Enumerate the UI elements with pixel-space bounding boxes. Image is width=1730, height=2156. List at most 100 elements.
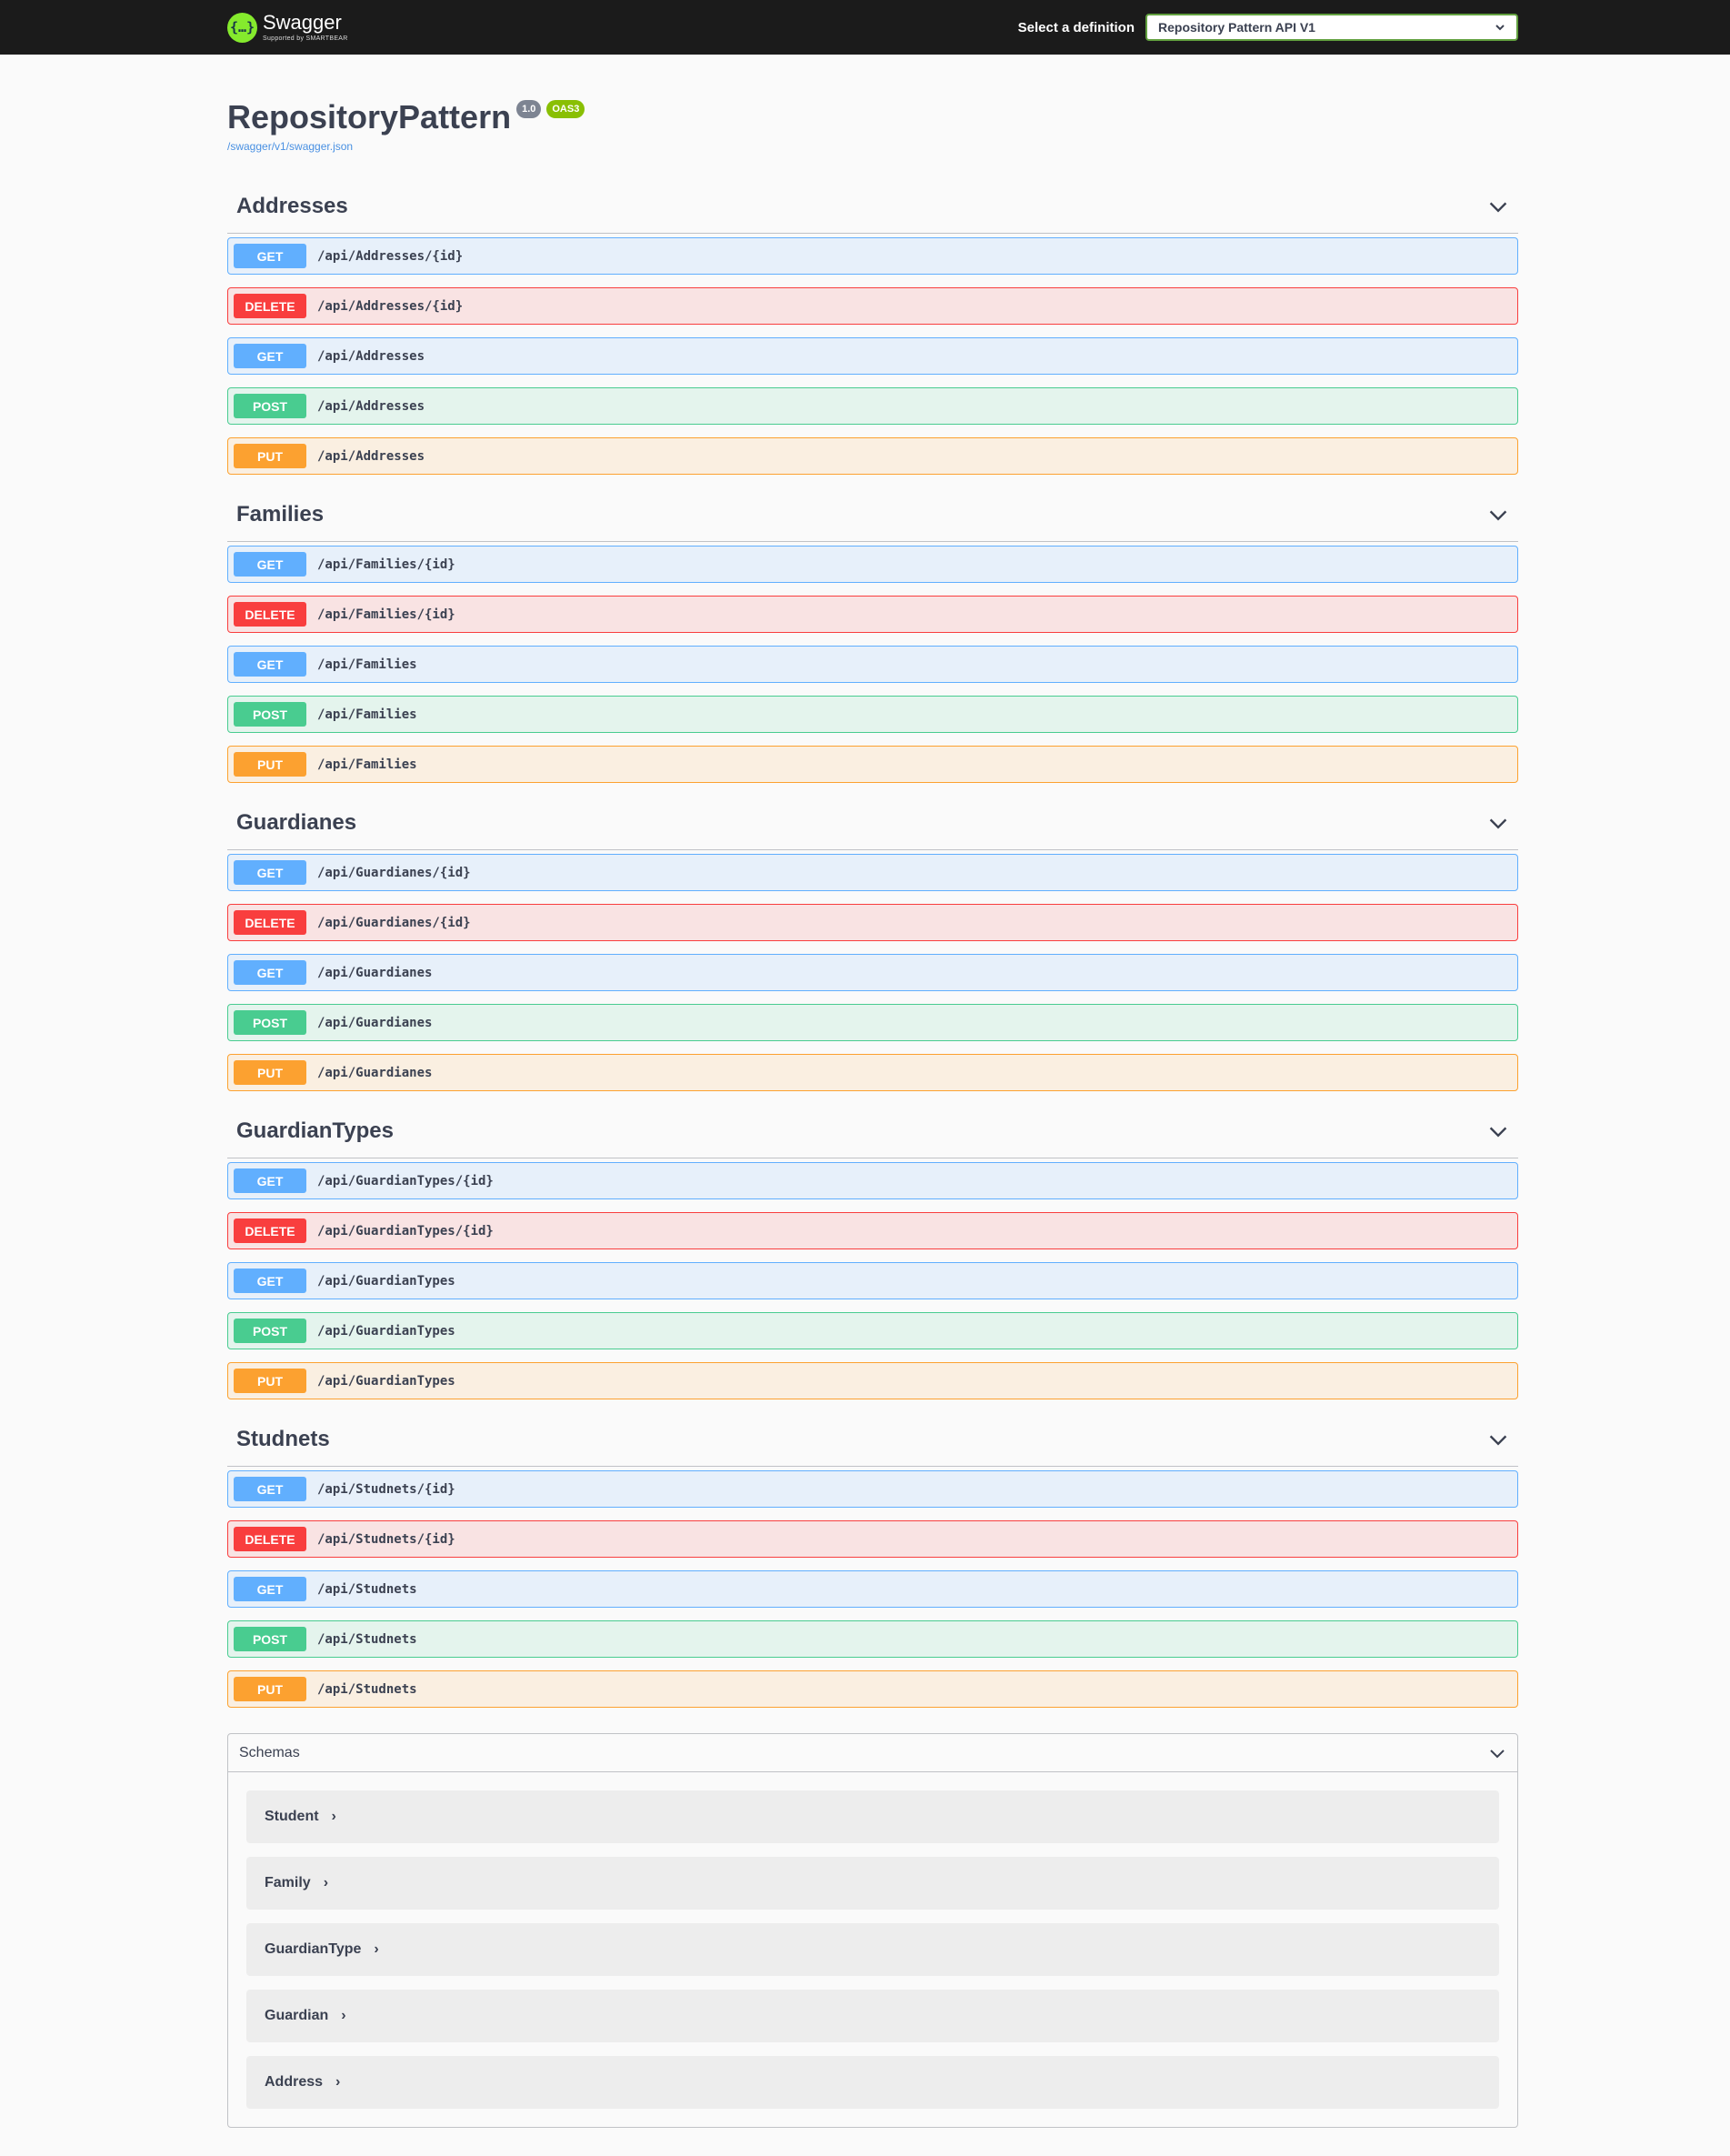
method-badge: DELETE <box>234 910 306 935</box>
tag-section: Guardianes GET/api/Guardianes/{id} DELETE /… <box>227 796 1518 1091</box>
method-badge: GET <box>234 652 306 677</box>
spec-link[interactable]: /swagger/v1/swagger.json <box>227 140 353 153</box>
operation-path: /api/Studnets <box>317 1631 417 1647</box>
operation-path: /api/Families/{id} <box>317 607 455 622</box>
tag-header[interactable]: Studnets <box>227 1412 1518 1467</box>
operation-post[interactable]: POST/api/Addresses <box>227 387 1518 425</box>
operation-get[interactable]: GET/api/Guardianes/{id} <box>227 854 1518 891</box>
operation-path: /api/Studnets <box>317 1681 417 1697</box>
swagger-brand[interactable]: {…} Swagger Supported by SMARTBEAR <box>227 11 348 43</box>
operation-put[interactable]: PUT/api/Families <box>227 746 1518 783</box>
operation-path: /api/Studnets <box>317 1581 417 1597</box>
brand-name: Swagger <box>263 11 342 34</box>
method-badge: PUT <box>234 1369 306 1393</box>
chevron-down-icon <box>1489 1127 1507 1137</box>
operation-path: /api/Addresses/{id} <box>317 248 464 264</box>
operation-path: /api/GuardianTypes/{id} <box>317 1223 494 1238</box>
page-title: RepositoryPattern <box>227 98 512 135</box>
method-badge: GET <box>234 1168 306 1193</box>
operation-path: /api/Guardianes <box>317 965 433 980</box>
operation-path: /api/Addresses/{id} <box>317 298 464 314</box>
schema-name: Guardian <box>265 2008 329 2023</box>
method-badge: POST <box>234 1627 306 1651</box>
chevron-right-icon: › <box>374 1941 379 1957</box>
method-badge: GET <box>234 960 306 985</box>
operation-path: /api/GuardianTypes/{id} <box>317 1173 494 1188</box>
method-badge: DELETE <box>234 602 306 627</box>
operation-path: /api/Families <box>317 707 417 722</box>
operation-post[interactable]: POST/api/Families <box>227 696 1518 733</box>
operation-post[interactable]: POST/api/Guardianes <box>227 1004 1518 1041</box>
chevron-right-icon: › <box>323 1875 329 1890</box>
brand-sub: Supported by SMARTBEAR <box>263 35 348 42</box>
tag-header[interactable]: Families <box>227 487 1518 542</box>
definition-select[interactable]: Repository Pattern API V1 <box>1145 14 1518 41</box>
schema-name: Family <box>265 1875 311 1890</box>
method-badge: DELETE <box>234 1218 306 1243</box>
operation-path: /api/Guardianes/{id} <box>317 915 471 930</box>
operation-post[interactable]: POST/api/GuardianTypes <box>227 1312 1518 1349</box>
schemas-list: Student › Family › GuardianType › Guardian › Add… <box>228 1790 1517 2109</box>
operation-delete[interactable]: DELETE/api/GuardianTypes/{id} <box>227 1212 1518 1249</box>
chevron-right-icon: › <box>341 2008 346 2023</box>
method-badge: GET <box>234 244 306 268</box>
tag-header[interactable]: Guardianes <box>227 796 1518 850</box>
operation-path: /api/Families <box>317 657 417 672</box>
tag-name: Studnets <box>236 1426 330 1451</box>
definition-selector: Select a definition Repository Pattern A… <box>1018 14 1518 41</box>
operation-put[interactable]: PUT/api/Addresses <box>227 437 1518 475</box>
version-badge: 1.0 <box>516 100 542 118</box>
schema-item[interactable]: Family › <box>246 1857 1499 1910</box>
api-info: RepositoryPattern 1.0 OAS3 /swagger/v1/s… <box>227 55 1518 179</box>
operation-get[interactable]: GET/api/Addresses/{id} <box>227 237 1518 275</box>
operation-path: /api/Families/{id} <box>317 557 455 572</box>
schemas-title: Schemas <box>239 1744 300 1760</box>
operation-get[interactable]: GET/api/Guardianes <box>227 954 1518 991</box>
title-row: RepositoryPattern 1.0 OAS3 <box>227 98 1518 136</box>
tag-section: Addresses GET/api/Addresses/{id} DELETE/ap… <box>227 179 1518 475</box>
tag-header[interactable]: GuardianTypes <box>227 1104 1518 1158</box>
operation-delete[interactable]: DELETE/api/Addresses/{id} <box>227 287 1518 325</box>
operation-path: /api/Addresses <box>317 448 425 464</box>
operation-get[interactable]: GET/api/Families <box>227 646 1518 683</box>
operation-path: /api/Addresses <box>317 348 425 364</box>
operation-get[interactable]: GET/api/Studnets/{id} <box>227 1470 1518 1508</box>
method-badge: PUT <box>234 1060 306 1085</box>
schemas-header[interactable]: Schemas <box>228 1734 1517 1772</box>
topbar-inner: {…} Swagger Supported by SMARTBEAR Selec… <box>227 0 1518 55</box>
operation-get[interactable]: GET/api/Families/{id} <box>227 546 1518 583</box>
tag-header[interactable]: Addresses <box>227 179 1518 234</box>
operation-put[interactable]: PUT/api/GuardianTypes <box>227 1362 1518 1399</box>
operation-get[interactable]: GET/api/Studnets <box>227 1570 1518 1608</box>
operation-path: /api/GuardianTypes <box>317 1323 455 1339</box>
operation-get[interactable]: GET/api/GuardianTypes <box>227 1262 1518 1299</box>
operation-delete[interactable]: DELETE/api/Studnets/{id} <box>227 1520 1518 1558</box>
tag-name: Addresses <box>236 193 348 218</box>
schema-item[interactable]: GuardianType › <box>246 1923 1499 1976</box>
operation-get[interactable]: GET/api/GuardianTypes/{id} <box>227 1162 1518 1199</box>
operation-delete[interactable]: DELETE/api/Guardianes/{id} <box>227 904 1518 941</box>
method-badge: POST <box>234 702 306 727</box>
swagger-logo-icon: {…} <box>227 12 257 43</box>
operation-delete[interactable]: DELETE/api/Families/{id} <box>227 596 1518 633</box>
operation-put[interactable]: PUT/api/Guardianes <box>227 1054 1518 1091</box>
schema-item[interactable]: Student › <box>246 1790 1499 1843</box>
schema-item[interactable]: Address › <box>246 2056 1499 2109</box>
method-badge: PUT <box>234 444 306 468</box>
schema-item[interactable]: Guardian › <box>246 1990 1499 2042</box>
chevron-down-icon <box>1490 1749 1505 1758</box>
operation-path: /api/Guardianes/{id} <box>317 865 471 880</box>
operation-get[interactable]: GET/api/Addresses <box>227 337 1518 375</box>
tag-section: GuardianTypes GET/api/GuardianTypes/{id} D… <box>227 1104 1518 1399</box>
method-badge: GET <box>234 1269 306 1293</box>
tag-name: GuardianTypes <box>236 1118 394 1143</box>
method-badge: GET <box>234 344 306 368</box>
operation-path: /api/Addresses <box>317 398 425 414</box>
operation-put[interactable]: PUT/api/Studnets <box>227 1670 1518 1708</box>
tag-section: Families GET/api/Families/{id} DELETE/api/… <box>227 487 1518 783</box>
method-badge: DELETE <box>234 294 306 318</box>
operation-path: /api/GuardianTypes <box>317 1373 455 1389</box>
definition-label: Select a definition <box>1017 19 1135 35</box>
tag-name: Guardianes <box>236 809 357 835</box>
operation-post[interactable]: POST/api/Studnets <box>227 1620 1518 1658</box>
